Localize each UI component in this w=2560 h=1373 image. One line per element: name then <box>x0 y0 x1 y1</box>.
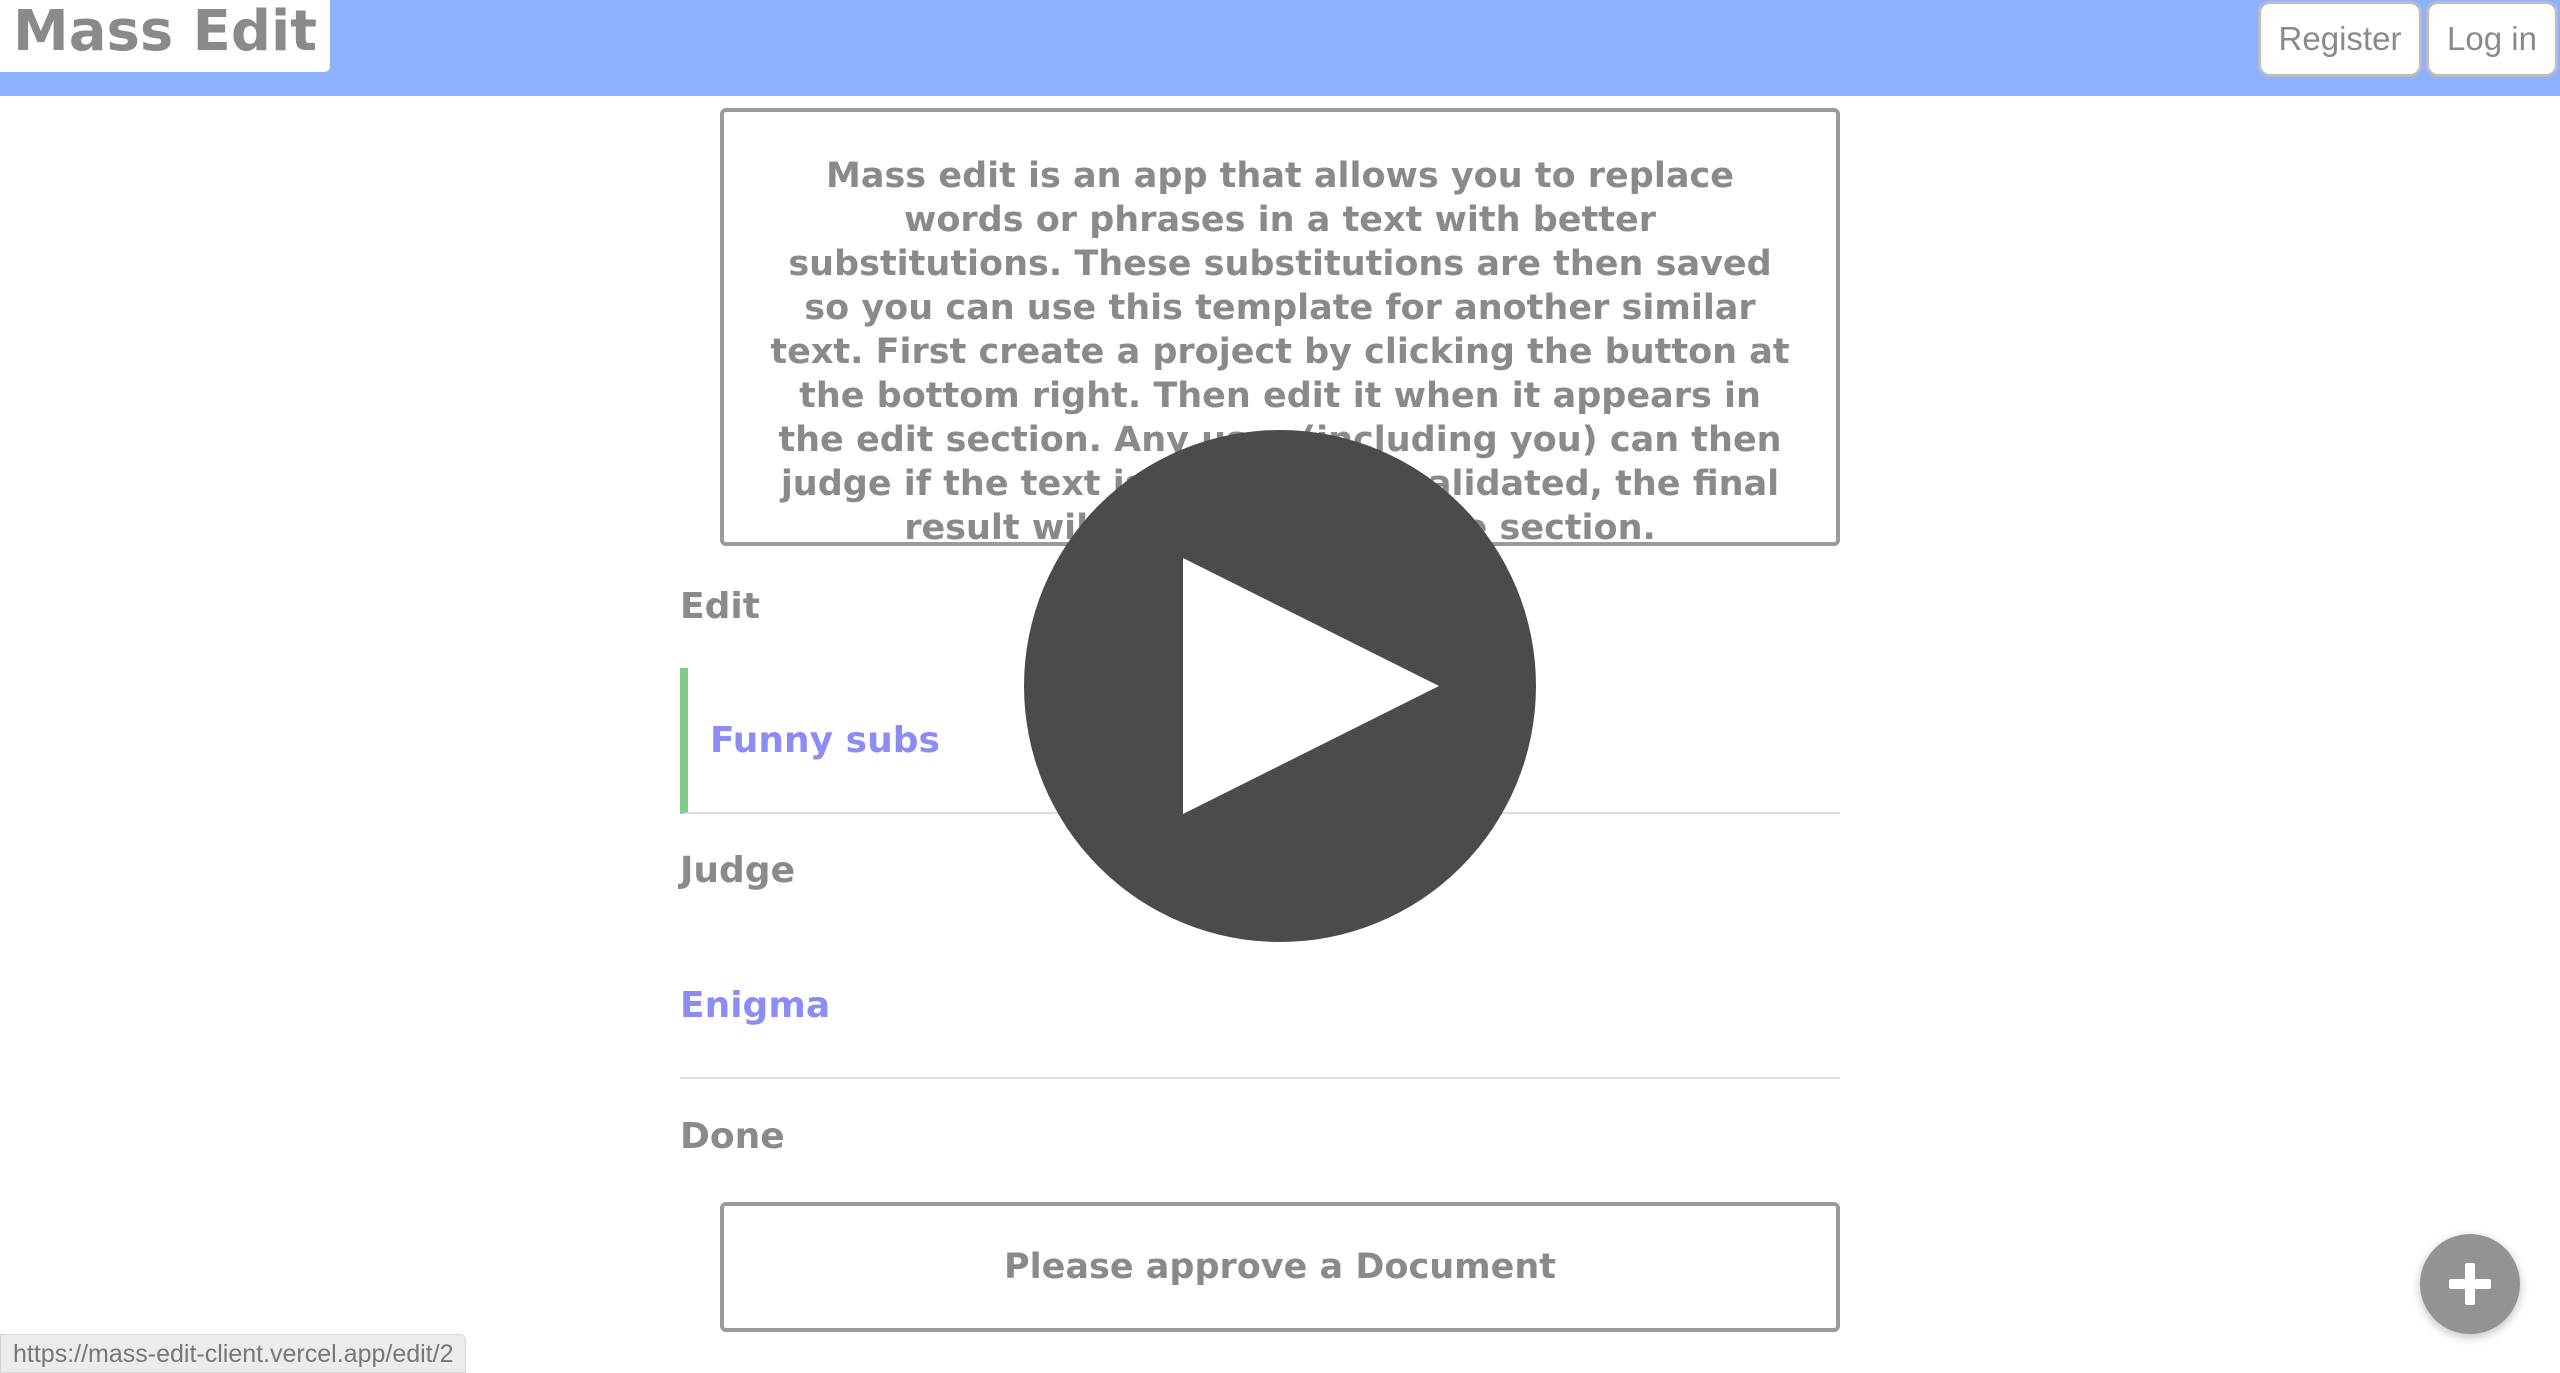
edit-section-title: Edit <box>680 586 760 627</box>
login-button[interactable]: Log in <box>2426 1 2558 77</box>
done-empty-message: Please approve a Document <box>720 1202 1840 1332</box>
video-play-button[interactable] <box>1024 430 1536 942</box>
judge-section-title: Judge <box>680 850 795 891</box>
top-navigation-bar: Mass Edit Register Log in <box>0 0 2560 96</box>
judge-list-item[interactable]: Enigma <box>680 934 1840 1079</box>
plus-icon <box>2449 1263 2491 1305</box>
add-project-button[interactable] <box>2420 1234 2520 1334</box>
edit-item-link[interactable]: Funny subs <box>710 720 940 761</box>
page: Mass Edit Register Log in Mass edit is a… <box>0 0 2560 1373</box>
done-section-title: Done <box>680 1116 785 1157</box>
status-bar-url: https://mass-edit-client.vercel.app/edit… <box>0 1334 467 1373</box>
register-button[interactable]: Register <box>2258 1 2422 77</box>
play-icon <box>1183 558 1439 814</box>
app-logo[interactable]: Mass Edit <box>0 0 330 72</box>
judge-item-link[interactable]: Enigma <box>680 985 830 1026</box>
